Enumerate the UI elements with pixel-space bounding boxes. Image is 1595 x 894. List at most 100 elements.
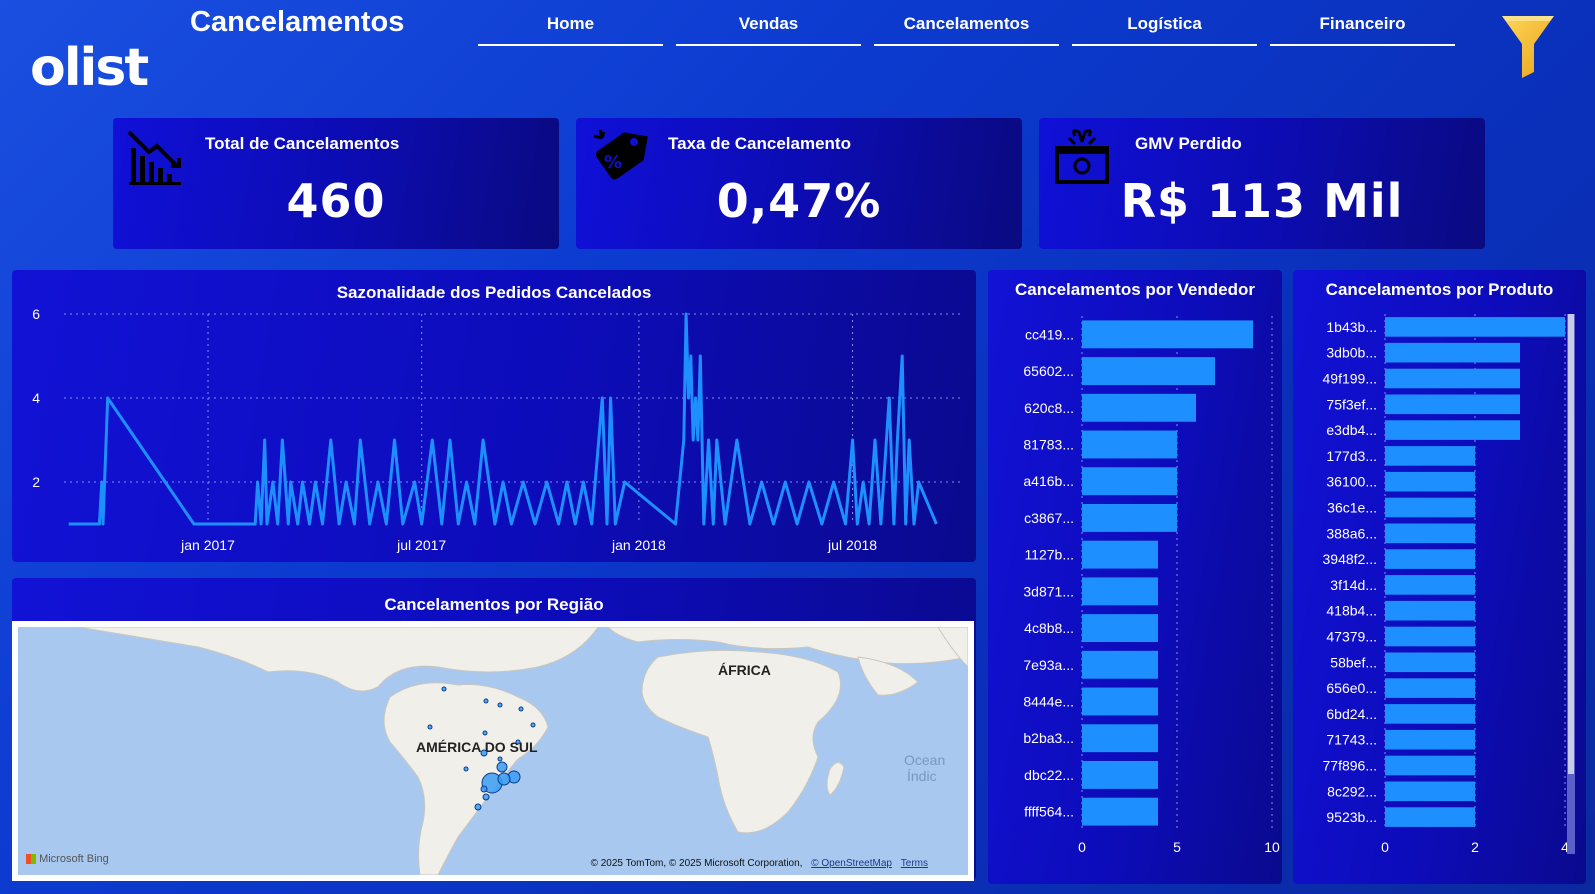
bar[interactable] <box>1082 357 1215 386</box>
bar[interactable] <box>1082 614 1158 643</box>
nav-home-button[interactable]: Home <box>478 12 663 46</box>
bar[interactable] <box>1385 342 1520 363</box>
map-bubble[interactable] <box>515 739 521 745</box>
bar-category-label: 3d871... <box>1023 583 1074 599</box>
bing-logo: Microsoft Bing <box>26 853 109 865</box>
svg-text:%: % <box>604 152 622 173</box>
bar[interactable] <box>1082 320 1253 349</box>
bar[interactable] <box>1082 724 1158 753</box>
map-bubble[interactable] <box>497 702 503 708</box>
map-bubble[interactable] <box>482 793 490 801</box>
bar-category-label: 36100... <box>1326 474 1377 490</box>
nav-financeiro-button[interactable]: Financeiro <box>1270 12 1455 46</box>
bar[interactable] <box>1082 430 1177 459</box>
bar[interactable] <box>1385 497 1475 518</box>
bar[interactable] <box>1082 797 1158 826</box>
product-bar-panel: Cancelamentos por Produto 0 2 4 1b43b... 3db… <box>1293 270 1586 884</box>
bar[interactable] <box>1385 626 1475 647</box>
nav-logistica-button[interactable]: Logística <box>1072 12 1257 46</box>
seasonality-line-chart[interactable]: 2 4 6 jan 2017 jul 2017 jan 2018 jul 2018 <box>12 270 976 562</box>
map-bubble[interactable] <box>497 772 511 786</box>
map-bubble[interactable] <box>480 785 488 793</box>
bar[interactable] <box>1082 577 1158 606</box>
bar-category-label: 77f896... <box>1323 758 1378 774</box>
bar[interactable] <box>1385 394 1520 415</box>
bar-category-label: 1b43b... <box>1326 319 1377 335</box>
map-bubble[interactable] <box>518 706 524 712</box>
bar-category-label: cc419... <box>1025 326 1074 342</box>
bar[interactable] <box>1385 600 1475 621</box>
page-title: Cancelamentos <box>190 6 405 38</box>
map-bubble[interactable] <box>427 724 433 730</box>
bar[interactable] <box>1385 471 1475 492</box>
bar-category-label: 47379... <box>1326 629 1377 645</box>
funnel-icon[interactable] <box>1500 14 1556 80</box>
bar-category-label: 81783... <box>1023 437 1074 453</box>
top-nav: Home Vendas Cancelamentos Logística Fina… <box>478 4 1468 46</box>
bar-category-label: 3948f2... <box>1323 551 1378 567</box>
map-bubble[interactable] <box>480 749 488 757</box>
nav-vendas-button[interactable]: Vendas <box>676 12 861 46</box>
bar-category-label: 36c1e... <box>1327 500 1377 516</box>
bar-category-label: 7e93a... <box>1023 657 1074 673</box>
bar[interactable] <box>1385 549 1475 569</box>
bar[interactable] <box>1385 575 1475 595</box>
seasonality-panel: Sazonalidade dos Pedidos Cancelados 246j… <box>12 270 976 562</box>
scrollbar-track[interactable] <box>1567 314 1575 854</box>
region-map[interactable]: AMÉRICA DO SUL ÁFRICA Ocean Índic Micros… <box>18 627 968 875</box>
map-bubble[interactable] <box>497 756 503 762</box>
bar-category-label: e3db4... <box>1326 422 1377 438</box>
bar[interactable] <box>1385 446 1475 466</box>
bar[interactable] <box>1082 687 1158 716</box>
openstreetmap-link[interactable]: © OpenStreetMap <box>811 858 892 869</box>
bar-category-label: b2ba3... <box>1023 730 1074 746</box>
bar[interactable] <box>1385 368 1520 389</box>
bar[interactable] <box>1082 760 1158 789</box>
x-tick-label: jan 2017 <box>180 537 235 553</box>
logo-text: olist <box>30 38 149 98</box>
bar[interactable] <box>1385 781 1475 802</box>
kpi-taxa-cancelamento: % Taxa de Cancelamento 0,47% <box>576 118 1022 249</box>
map-bubble[interactable] <box>482 730 488 736</box>
bar-category-label: ffff564... <box>1024 804 1074 820</box>
bar[interactable] <box>1082 540 1158 569</box>
map-title: Cancelamentos por Região <box>384 595 604 614</box>
terms-link[interactable]: Terms <box>901 858 928 869</box>
bar-category-label: 65602... <box>1023 363 1074 379</box>
bar[interactable] <box>1385 317 1565 337</box>
seller-bar-chart[interactable]: 0 5 10 cc419... 65602... 620c8... 81783... a416… <box>988 270 1282 884</box>
bar[interactable] <box>1385 755 1475 776</box>
bar[interactable] <box>1385 807 1475 827</box>
bar[interactable] <box>1082 467 1177 496</box>
nav-cancelamentos-button[interactable]: Cancelamentos <box>874 12 1059 46</box>
seller-bar-panel: Cancelamentos por Vendedor 0 5 10 cc419... 6… <box>988 270 1282 884</box>
map-bubbles-layer <box>427 686 536 811</box>
map-bubble[interactable] <box>496 761 508 773</box>
x-tick-label: 5 <box>1173 839 1181 855</box>
map-bubble[interactable] <box>530 722 536 728</box>
product-bar-chart[interactable]: 0 2 41b43b...3db0b...49f199...75f3ef...e3d… <box>1293 270 1586 884</box>
scrollbar-thumb[interactable] <box>1568 314 1574 774</box>
bar[interactable] <box>1385 652 1475 673</box>
map-bubble[interactable] <box>474 803 482 811</box>
map-frame: AMÉRICA DO SUL ÁFRICA Ocean Índic Micros… <box>12 621 974 881</box>
bar-category-label: 9523b... <box>1326 809 1377 825</box>
bar-category-label: 4c8b8... <box>1024 620 1074 636</box>
bar[interactable] <box>1385 523 1475 544</box>
map-bubble[interactable] <box>441 686 447 692</box>
map-bubble[interactable] <box>463 766 469 772</box>
bar-category-label: 3db0b... <box>1326 345 1377 361</box>
bar[interactable] <box>1385 678 1475 698</box>
series-line[interactable] <box>68 312 938 526</box>
bar-category-label: 3f14d... <box>1330 577 1377 593</box>
bar[interactable] <box>1385 729 1475 750</box>
bar[interactable] <box>1385 704 1475 724</box>
microsoft-logo-icon <box>26 854 36 865</box>
bar[interactable] <box>1082 393 1196 422</box>
x-tick-label: jan 2018 <box>611 537 666 553</box>
map-bubble[interactable] <box>483 698 489 704</box>
bar[interactable] <box>1082 503 1177 532</box>
bar-category-label: 58bef... <box>1330 654 1377 670</box>
bar[interactable] <box>1385 420 1520 440</box>
bar[interactable] <box>1082 650 1158 679</box>
